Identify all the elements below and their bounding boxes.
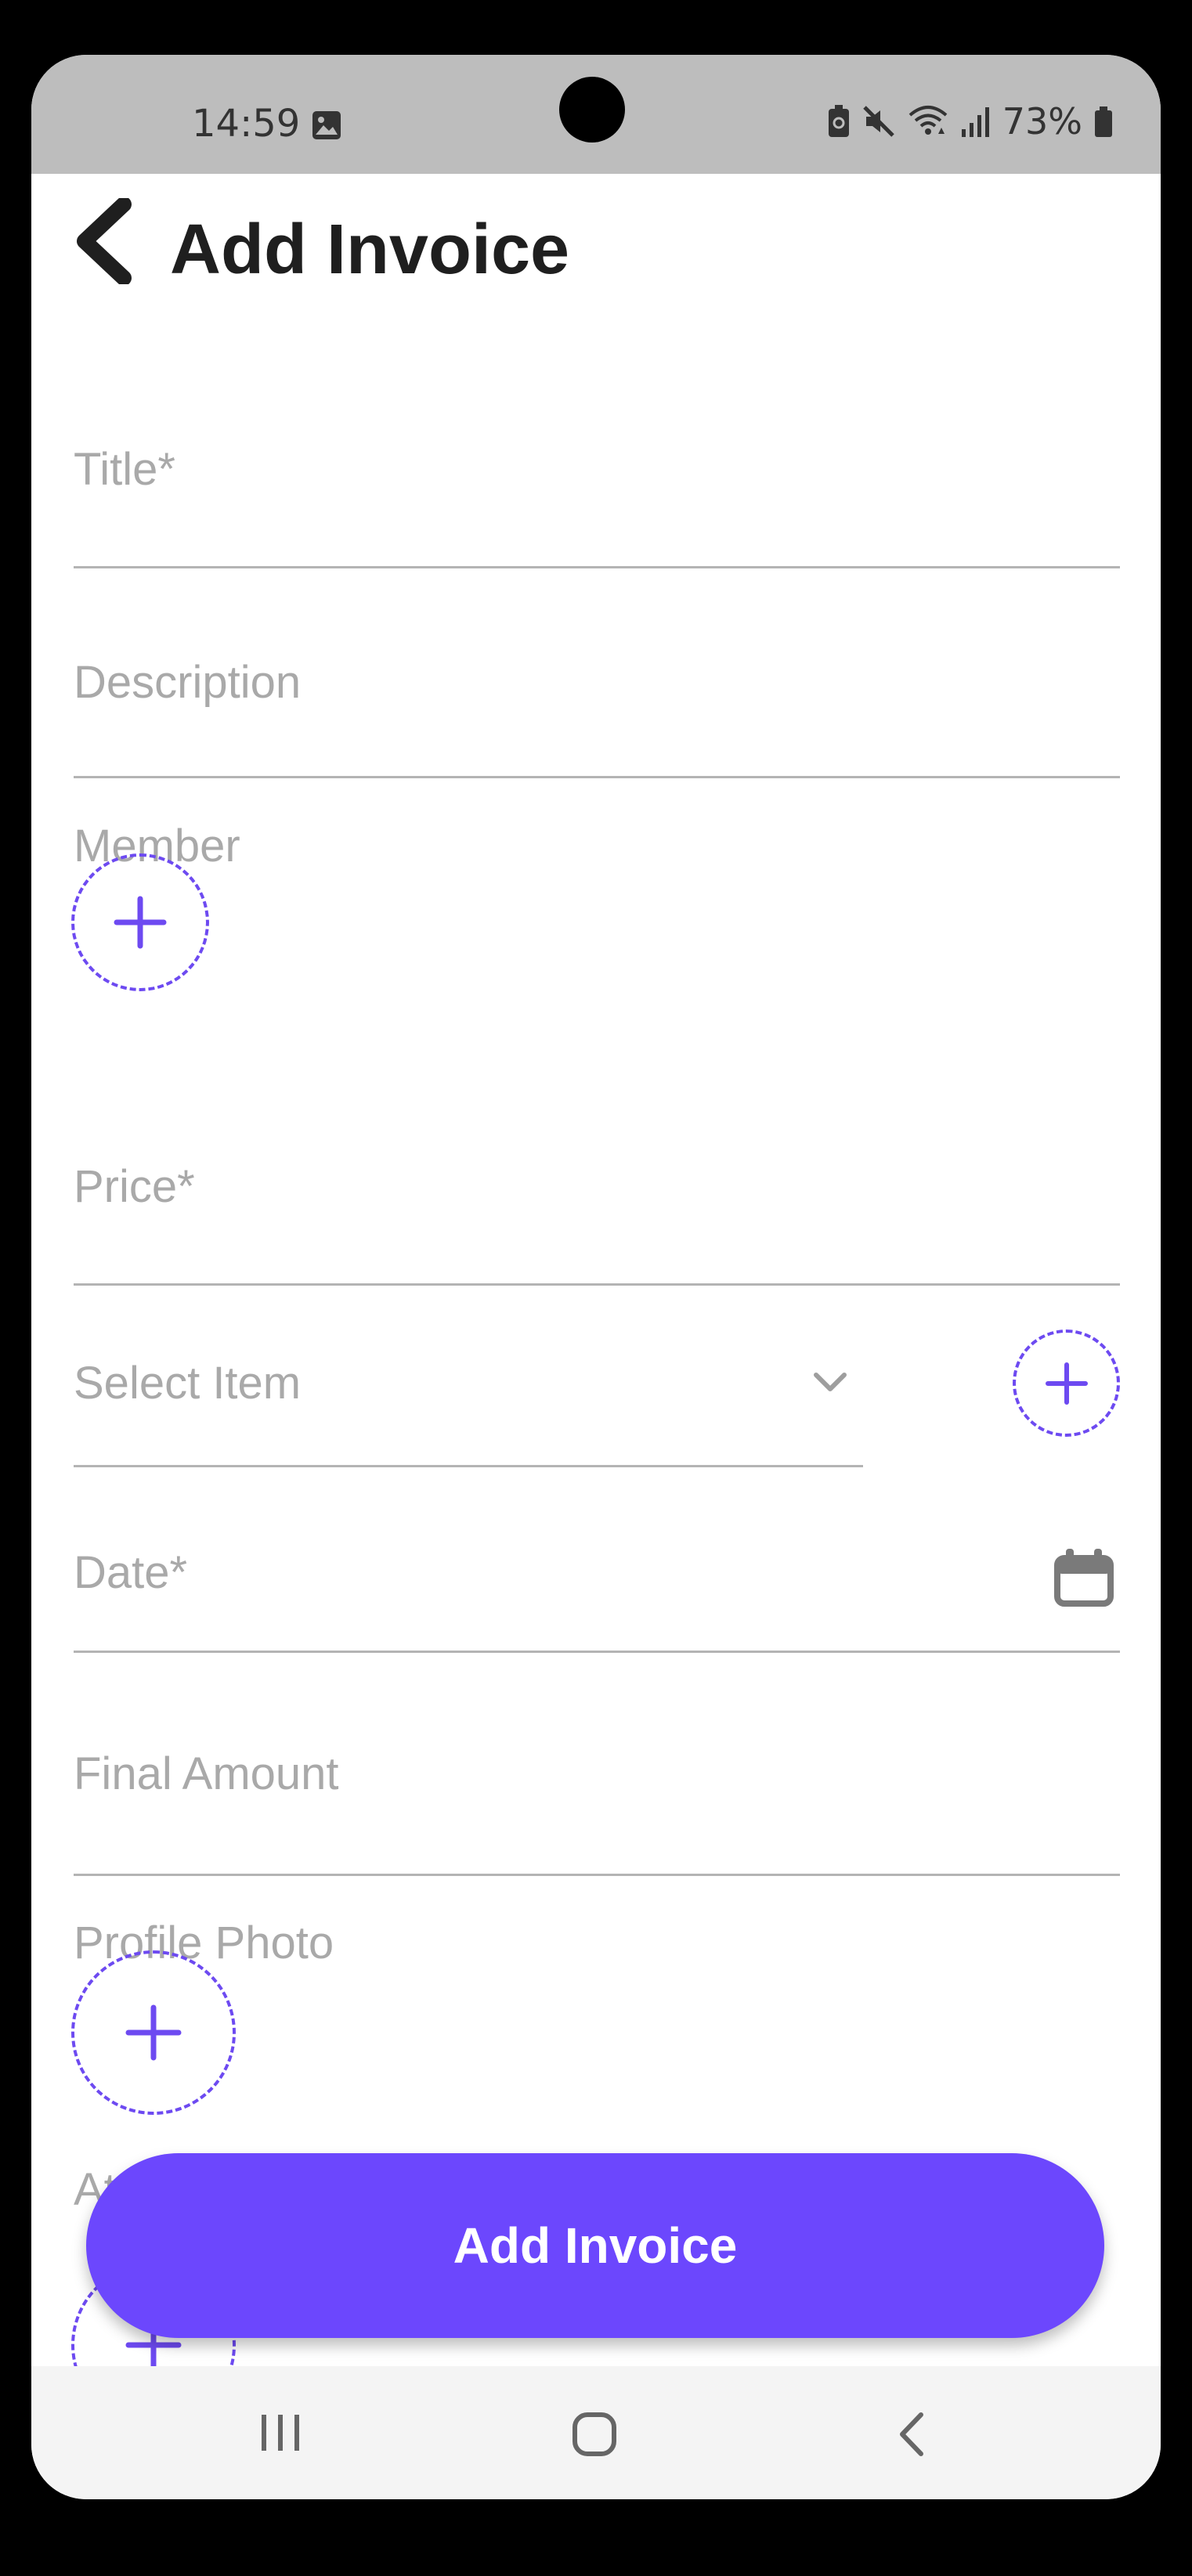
price-field[interactable]: Price* [74,1081,1120,1286]
page-title: Add Invoice [170,211,570,289]
description-placeholder: Description [74,657,302,708]
back-button[interactable] [69,197,132,286]
plus-icon [114,896,167,949]
final-amount-field[interactable]: Final Amount [74,1683,1120,1876]
back-icon[interactable] [896,2412,927,2461]
status-bar: 14:59 73% [31,55,1161,174]
mute-icon [861,104,896,139]
price-placeholder: Price* [74,1161,195,1212]
chevron-down-icon [814,1373,847,1391]
home-icon[interactable] [572,2412,617,2461]
date-field[interactable]: Date* [74,1480,1120,1653]
signal-icon [960,104,992,139]
calendar-icon[interactable] [1053,1546,1114,1608]
add-profile-photo-button[interactable] [71,1950,236,2115]
add-item-button[interactable] [1013,1329,1120,1437]
add-invoice-button[interactable]: Add Invoice [86,2153,1104,2338]
plus-icon [1045,1362,1088,1405]
add-member-button[interactable] [71,853,209,991]
recent-apps-icon[interactable] [258,2412,302,2458]
select-item-dropdown[interactable]: Select Item [74,1292,863,1467]
final-amount-placeholder: Final Amount [74,1748,339,1799]
description-field[interactable]: Description [74,595,1120,778]
battery-percent: 73% [1002,100,1082,143]
select-item-placeholder: Select Item [74,1358,302,1409]
gallery-icon [311,110,342,141]
battery-icon [1093,104,1114,139]
plus-icon [125,2004,182,2061]
status-time: 14:59 [192,102,301,146]
chevron-left-icon [77,197,132,286]
phone-frame: 14:59 73% Add Invoice Title* Description… [0,0,1192,2576]
date-placeholder: Date* [74,1547,188,1598]
battery-saver-icon [827,104,851,139]
screen: 14:59 73% Add Invoice Title* Description… [31,55,1161,2499]
title-field[interactable]: Title* [74,384,1120,568]
status-right: 73% [827,100,1114,143]
front-camera [559,77,625,143]
system-nav-bar [31,2366,1161,2499]
title-placeholder: Title* [74,444,175,495]
wifi-icon [907,104,949,139]
